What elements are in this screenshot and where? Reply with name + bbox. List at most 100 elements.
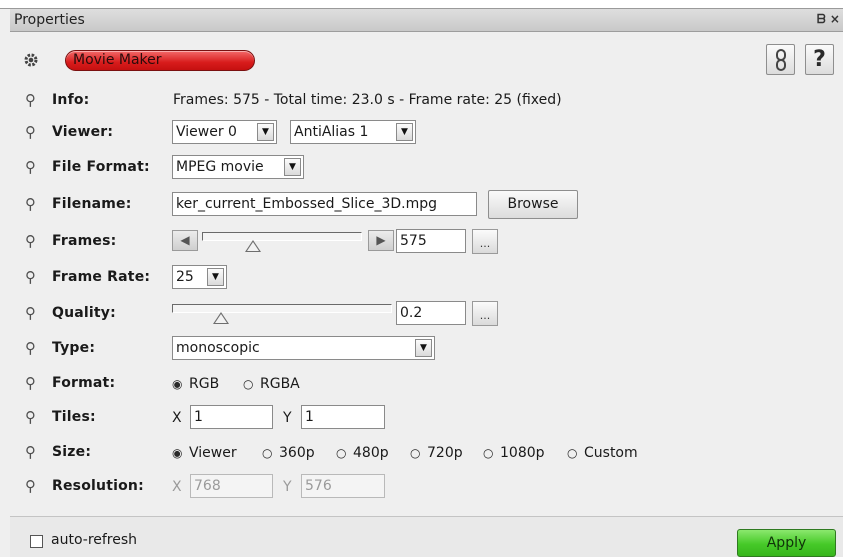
param-label: Resolution: — [52, 478, 144, 494]
pin-icon[interactable]: ⚲ — [25, 122, 39, 142]
param-label: Info: — [52, 92, 90, 108]
pin-icon[interactable]: ⚲ — [25, 442, 39, 462]
info-value: Frames: 575 - Total time: 23.0 s - Frame… — [173, 92, 562, 108]
chain-link-icon — [774, 49, 788, 77]
format-radio-rgba[interactable]: ○ RGBA — [243, 376, 300, 392]
quality-input[interactable]: 0.2 — [396, 301, 466, 325]
param-row-type: ⚲ Type: monoscopic ▼ — [10, 334, 843, 364]
param-row-format: ⚲ Format: ◉ RGB ○ RGBA — [10, 369, 843, 399]
radio-label: 480p — [353, 445, 389, 461]
pin-icon[interactable]: ⚲ — [25, 303, 39, 323]
radio-label: Viewer — [189, 445, 237, 461]
lock-button[interactable] — [766, 44, 795, 75]
chevron-down-icon[interactable]: ▼ — [257, 123, 274, 141]
quality-more-button[interactable]: ... — [472, 301, 498, 326]
radio-label: 1080p — [500, 445, 545, 461]
quality-slider[interactable] — [172, 304, 392, 327]
frame-rate-value: 25 — [176, 269, 194, 285]
param-label: Quality: — [52, 305, 116, 321]
chevron-down-icon[interactable]: ▼ — [207, 268, 224, 286]
param-row-filename: ⚲ Filename: ker_current_Embossed_Slice_3… — [10, 190, 843, 220]
browse-button[interactable]: Browse — [488, 190, 578, 219]
radio-unselected-icon: ○ — [567, 446, 578, 460]
radio-label: RGBA — [260, 376, 300, 392]
properties-panel: Movie Maker ? ⚲ Info: Frames: 575 - Tota… — [10, 33, 843, 515]
antialias-select[interactable]: AntiAlias 1 ▼ — [290, 120, 416, 144]
format-radio-rgb[interactable]: ◉ RGB — [172, 376, 219, 392]
radio-unselected-icon: ○ — [483, 446, 494, 460]
tiles-x-input[interactable]: 1 — [190, 405, 273, 429]
radio-selected-icon: ◉ — [172, 446, 183, 460]
pin-icon[interactable]: ⚲ — [25, 90, 39, 110]
slider-thumb[interactable] — [212, 312, 229, 324]
size-radio-custom[interactable]: ○ Custom — [567, 445, 638, 461]
resolution-x-input: 768 — [190, 474, 273, 498]
tiles-y-label: Y — [283, 410, 292, 426]
top-edge — [0, 0, 843, 9]
properties-titlebar: Properties ᗷ × — [10, 9, 843, 32]
param-label: Format: — [52, 375, 116, 391]
help-button[interactable]: ? — [805, 44, 834, 75]
pin-icon[interactable]: ⚲ — [25, 407, 39, 427]
frames-slider[interactable] — [202, 232, 362, 255]
frame-rate-select[interactable]: 25 ▼ — [172, 265, 227, 289]
pin-icon[interactable]: ⚲ — [25, 267, 39, 287]
param-label: Size: — [52, 444, 92, 460]
resolution-x-label: X — [172, 479, 182, 495]
pin-icon[interactable]: ⚲ — [25, 157, 39, 177]
resolution-y-input: 576 — [301, 474, 385, 498]
param-label: Frame Rate: — [52, 269, 151, 285]
pin-icon[interactable]: ⚲ — [25, 338, 39, 358]
frames-input[interactable]: 575 — [396, 229, 466, 253]
auto-refresh-checkbox[interactable] — [30, 535, 43, 548]
antialias-select-value: AntiAlias 1 — [294, 124, 369, 140]
auto-refresh-label[interactable]: auto-refresh — [51, 532, 137, 548]
type-value: monoscopic — [176, 340, 260, 356]
window-controls[interactable]: ᗷ × — [817, 12, 843, 27]
file-format-select[interactable]: MPEG movie ▼ — [172, 155, 304, 179]
panel-title: Properties — [14, 12, 85, 28]
pin-icon[interactable]: ⚲ — [25, 476, 39, 496]
radio-unselected-icon: ○ — [336, 446, 347, 460]
file-format-value: MPEG movie — [176, 159, 264, 175]
pin-icon[interactable]: ⚲ — [25, 231, 39, 251]
radio-label: 720p — [427, 445, 463, 461]
slider-track — [202, 232, 362, 241]
chevron-down-icon[interactable]: ▼ — [415, 339, 432, 357]
param-label: Type: — [52, 340, 96, 356]
frames-decrement-button[interactable]: ◀ — [172, 230, 198, 251]
size-radio-480p[interactable]: ○ 480p — [336, 445, 389, 461]
slider-track — [172, 304, 392, 313]
size-radio-720p[interactable]: ○ 720p — [410, 445, 463, 461]
param-label: File Format: — [52, 159, 150, 175]
param-row-quality: ⚲ Quality: 0.2 ... — [10, 299, 843, 329]
tiles-y-input[interactable]: 1 — [301, 405, 385, 429]
param-label: Frames: — [52, 233, 117, 249]
filename-input[interactable]: ker_current_Embossed_Slice_3D.mpg — [172, 192, 477, 216]
param-row-info: ⚲ Info: Frames: 575 - Total time: 23.0 s… — [10, 86, 843, 116]
viewer-select-value: Viewer 0 — [176, 124, 237, 140]
radio-label: Custom — [584, 445, 638, 461]
param-row-tiles: ⚲ Tiles: X 1 Y 1 — [10, 403, 843, 433]
apply-button[interactable]: Apply — [737, 529, 836, 557]
frames-increment-button[interactable]: ▶ — [368, 230, 394, 251]
type-select[interactable]: monoscopic ▼ — [172, 336, 435, 360]
param-row-resolution: ⚲ Resolution: X 768 Y 576 — [10, 472, 843, 502]
pin-icon[interactable]: ⚲ — [25, 194, 39, 214]
size-radio-viewer[interactable]: ◉ Viewer — [172, 445, 237, 461]
chevron-down-icon[interactable]: ▼ — [396, 123, 413, 141]
gear-icon — [22, 51, 42, 69]
radio-unselected-icon: ○ — [243, 377, 254, 391]
size-radio-1080p[interactable]: ○ 1080p — [483, 445, 545, 461]
resolution-y-label: Y — [283, 479, 292, 495]
pin-icon[interactable]: ⚲ — [25, 373, 39, 393]
radio-label: 360p — [279, 445, 315, 461]
radio-unselected-icon: ○ — [262, 446, 273, 460]
size-radio-360p[interactable]: ○ 360p — [262, 445, 315, 461]
module-name-pill[interactable]: Movie Maker — [65, 50, 255, 71]
viewer-select[interactable]: Viewer 0 ▼ — [172, 120, 277, 144]
radio-selected-icon: ◉ — [172, 377, 183, 391]
frames-more-button[interactable]: ... — [472, 229, 498, 254]
chevron-down-icon[interactable]: ▼ — [284, 158, 301, 176]
slider-thumb[interactable] — [245, 240, 262, 252]
